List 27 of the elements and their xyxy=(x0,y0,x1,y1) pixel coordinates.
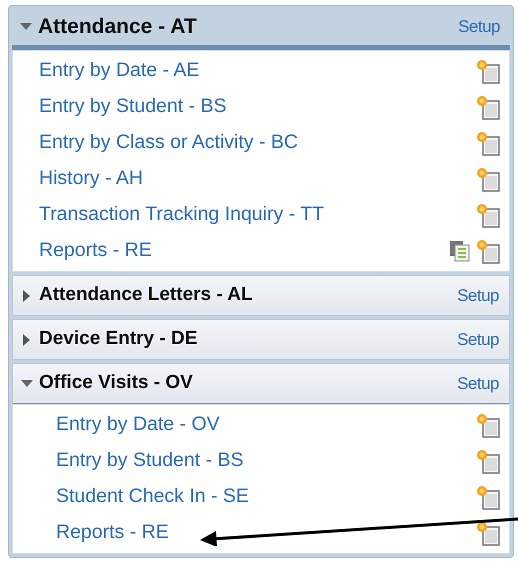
menu-link[interactable]: Student Check In - SE xyxy=(56,482,475,512)
section-header[interactable]: Device Entry - DE Setup xyxy=(12,319,510,360)
menu-link[interactable]: Entry by Student - BS xyxy=(56,446,475,476)
shortcut-icon[interactable] xyxy=(475,520,501,546)
caret-right-icon[interactable] xyxy=(23,334,31,346)
caret-down-icon[interactable] xyxy=(20,23,32,31)
menu-link[interactable]: Entry by Date - OV xyxy=(56,410,475,440)
menu-link[interactable]: Transaction Tracking Inquiry - TT xyxy=(39,200,475,230)
setup-link[interactable]: Setup xyxy=(457,326,499,352)
report-icon[interactable] xyxy=(449,240,471,262)
menu-link[interactable]: Entry by Date - AE xyxy=(39,56,475,86)
setup-link[interactable]: Setup xyxy=(457,370,499,396)
setup-link[interactable]: Setup xyxy=(457,282,499,308)
menu-link[interactable]: Reports - RE xyxy=(39,236,449,266)
section-header[interactable]: Office Visits - OV Setup xyxy=(12,363,510,404)
section-title: Device Entry - DE xyxy=(39,327,198,352)
caret-right-icon[interactable] xyxy=(23,290,31,302)
caret-down-icon[interactable] xyxy=(21,380,33,388)
section-title: Attendance Letters - AL xyxy=(39,283,254,308)
section-header[interactable]: Attendance Letters - AL Setup xyxy=(12,275,510,316)
menu-link[interactable]: Reports - RE xyxy=(56,518,475,548)
menu-link[interactable]: History - AH xyxy=(39,164,475,194)
section-title: Attendance - AT xyxy=(38,14,198,40)
menu-link[interactable]: Entry by Student - BS xyxy=(39,92,475,122)
menu-link[interactable]: Entry by Class or Activity - BC xyxy=(39,128,475,158)
setup-link[interactable]: Setup xyxy=(458,14,500,40)
section-title: Office Visits - OV xyxy=(39,371,194,396)
